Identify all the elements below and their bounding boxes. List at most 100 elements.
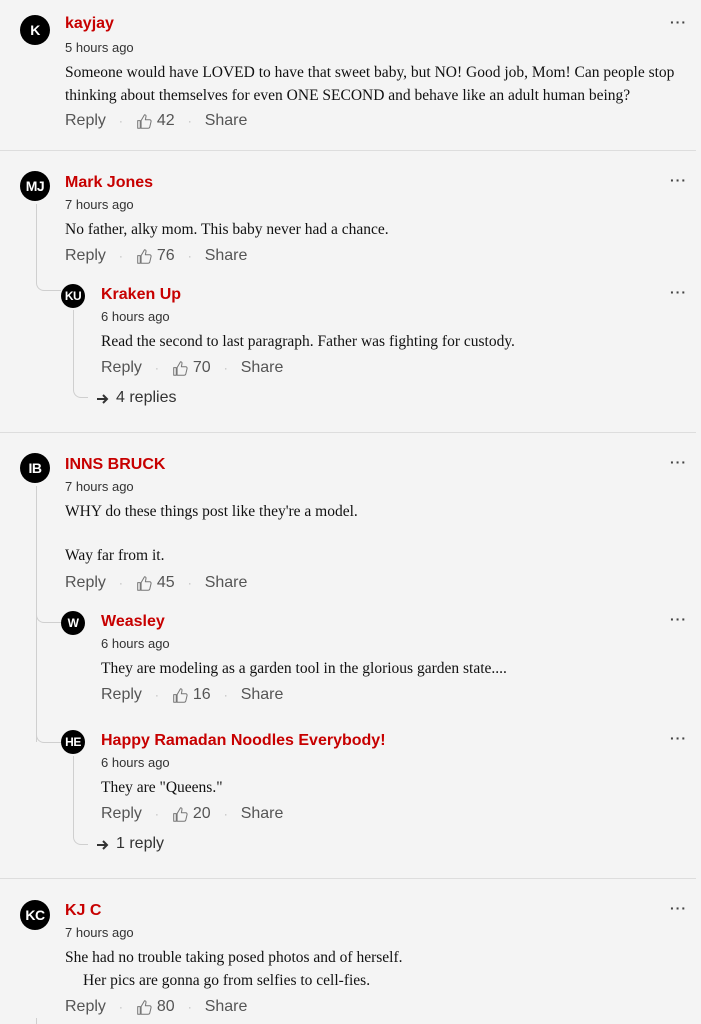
more-options-icon[interactable]: ···	[670, 730, 687, 746]
comment-body: WHY do these things post like they're a …	[65, 500, 690, 567]
like-button[interactable]: 45	[136, 574, 175, 592]
share-button[interactable]: Share	[205, 247, 248, 265]
replies-count: 4 replies	[116, 389, 177, 406]
like-button[interactable]: 80	[136, 998, 175, 1016]
comment-timestamp: 7 hours ago	[65, 925, 134, 940]
thumbs-up-icon	[173, 806, 188, 822]
comment-body: Someone would have LOVED to have that sw…	[65, 61, 690, 107]
comment-text: Someone would have LOVED to have that sw…	[65, 64, 675, 104]
more-options-icon[interactable]: ···	[670, 172, 687, 188]
reply-button[interactable]: Reply	[101, 359, 142, 377]
comment-body: Read the second to last paragraph. Fathe…	[101, 330, 691, 353]
like-count: 80	[156, 998, 175, 1015]
comment-actions: Reply · 42 · Share	[65, 112, 247, 130]
comment-author[interactable]: kayjay	[65, 15, 114, 33]
comment-timestamp: 7 hours ago	[65, 479, 134, 494]
like-count: 45	[156, 574, 175, 591]
comment-author[interactable]: Kraken Up	[101, 286, 181, 304]
comment-timestamp: 7 hours ago	[65, 197, 134, 212]
share-button[interactable]: Share	[241, 686, 284, 704]
reply-button[interactable]: Reply	[65, 112, 106, 130]
like-count: 42	[156, 112, 175, 129]
reply-arrow-icon	[97, 394, 109, 404]
avatar[interactable]: KU	[61, 284, 85, 308]
comment-body: No father, alky mom. This baby never had…	[65, 218, 690, 241]
more-options-icon[interactable]: ···	[670, 14, 687, 30]
more-options-icon[interactable]: ···	[670, 900, 687, 916]
view-replies-link[interactable]: 1 reply	[96, 835, 164, 853]
comment-timestamp: 5 hours ago	[65, 40, 134, 55]
separator: ·	[187, 1000, 192, 1014]
avatar[interactable]: KC	[20, 900, 50, 930]
like-button[interactable]: 16	[172, 686, 211, 704]
share-button[interactable]: Share	[205, 998, 248, 1016]
comment-actions: Reply · 80 · Share	[65, 998, 247, 1016]
reply-button[interactable]: Reply	[65, 247, 106, 265]
thumbs-up-icon	[173, 360, 188, 376]
like-count: 76	[156, 247, 175, 264]
comment-actions: Reply · 45 · Share	[65, 574, 247, 592]
thread-line	[73, 310, 88, 398]
like-button[interactable]: 76	[136, 247, 175, 265]
divider	[0, 150, 696, 151]
replies-count: 1 reply	[116, 835, 165, 852]
separator: ·	[118, 114, 123, 128]
separator: ·	[154, 361, 159, 375]
more-options-icon[interactable]: ···	[670, 611, 687, 627]
comment-text: They are modeling as a garden tool in th…	[101, 660, 507, 677]
comment-author[interactable]: KJ C	[65, 902, 101, 920]
view-replies-link[interactable]: 4 replies	[96, 389, 176, 407]
separator: ·	[187, 249, 192, 263]
thread-line	[36, 1018, 37, 1024]
reply-button[interactable]: Reply	[65, 574, 106, 592]
more-options-icon[interactable]: ···	[670, 454, 687, 470]
thread-line	[36, 730, 61, 743]
avatar[interactable]: IB	[20, 453, 50, 483]
reply-button[interactable]: Reply	[101, 686, 142, 704]
comment-text: No father, alky mom. This baby never had…	[65, 221, 389, 238]
comment-author[interactable]: Weasley	[101, 613, 165, 631]
avatar[interactable]: K	[20, 15, 50, 45]
thumbs-up-icon	[173, 687, 188, 703]
separator: ·	[154, 807, 159, 821]
like-button[interactable]: 42	[136, 112, 175, 130]
avatar[interactable]: HE	[61, 730, 85, 754]
comment-actions: Reply · 70 · Share	[101, 359, 283, 377]
thumbs-up-icon	[137, 575, 152, 591]
separator: ·	[118, 576, 123, 590]
reply-button[interactable]: Reply	[101, 805, 142, 823]
avatar[interactable]: W	[61, 611, 85, 635]
comment-actions: Reply · 20 · Share	[101, 805, 283, 823]
separator: ·	[223, 361, 228, 375]
more-options-icon[interactable]: ···	[670, 284, 687, 300]
comment-body: She had no trouble taking posed photos a…	[65, 946, 690, 992]
separator: ·	[187, 114, 192, 128]
comment-text: She had no trouble taking posed photos a…	[65, 949, 403, 966]
reply-arrow-icon	[97, 840, 109, 850]
share-button[interactable]: Share	[241, 805, 284, 823]
comment-timestamp: 6 hours ago	[101, 755, 170, 770]
like-button[interactable]: 70	[172, 359, 211, 377]
comment-author[interactable]: Happy Ramadan Noodles Everybody!	[101, 732, 386, 750]
thumbs-up-icon	[137, 113, 152, 129]
comment-text: Her pics are gonna go from selfies to ce…	[83, 972, 371, 989]
reply-button[interactable]: Reply	[65, 998, 106, 1016]
comment-timestamp: 6 hours ago	[101, 636, 170, 651]
comment-author[interactable]: INNS BRUCK	[65, 456, 165, 474]
comment-author[interactable]: Mark Jones	[65, 174, 153, 192]
divider	[0, 432, 696, 433]
like-count: 20	[192, 805, 211, 822]
avatar[interactable]: MJ	[20, 171, 50, 201]
comment-text: WHY do these things post like they're a …	[65, 503, 358, 520]
share-button[interactable]: Share	[205, 112, 248, 130]
divider	[0, 878, 696, 879]
comment-text: They are "Queens."	[101, 779, 223, 796]
thumbs-up-icon	[137, 999, 152, 1015]
thread-line	[73, 756, 88, 845]
thread-line	[36, 204, 61, 291]
like-button[interactable]: 20	[172, 805, 211, 823]
separator: ·	[118, 249, 123, 263]
share-button[interactable]: Share	[205, 574, 248, 592]
comment-actions: Reply · 16 · Share	[101, 686, 283, 704]
share-button[interactable]: Share	[241, 359, 284, 377]
